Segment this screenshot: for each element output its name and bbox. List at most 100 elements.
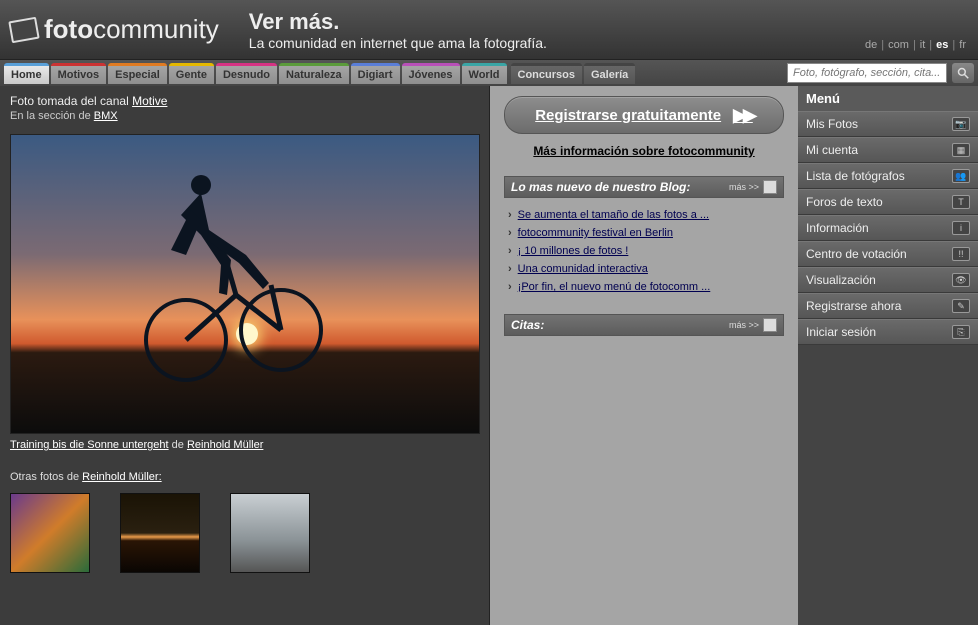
- logo-light: community: [93, 14, 219, 44]
- logo-bold: foto: [44, 14, 93, 44]
- tab-concursos[interactable]: Concursos: [511, 63, 582, 84]
- sidebar-item-lista-de-fotógrafos[interactable]: Lista de fotógrafos 👥: [798, 163, 978, 189]
- more-info-link[interactable]: Más información sobre fotocommunity: [533, 144, 754, 158]
- blog-link[interactable]: fotocommunity festival en Berlin: [518, 227, 673, 239]
- blog-more[interactable]: más >>: [729, 180, 777, 194]
- blog-link[interactable]: Una comunidad interactiva: [518, 263, 648, 275]
- lang-fr[interactable]: fr: [959, 39, 966, 51]
- sidebar-item-label: Lista de fotógrafos: [806, 169, 905, 183]
- tab-jóvenes[interactable]: Jóvenes: [402, 63, 460, 84]
- tab-galería[interactable]: Galería: [584, 63, 635, 84]
- sidebar-item-label: Registrarse ahora: [806, 299, 901, 313]
- lang-de[interactable]: de: [865, 39, 877, 51]
- tab-motivos[interactable]: Motivos: [51, 63, 107, 84]
- sidebar-item-icon: i: [952, 221, 970, 235]
- tab-desnudo[interactable]: Desnudo: [216, 63, 277, 84]
- blog-item: Se aumenta el tamaño de las fotos a ...: [508, 206, 780, 224]
- calendar-icon: [763, 318, 777, 332]
- blog-link[interactable]: Se aumenta el tamaño de las fotos a ...: [518, 209, 709, 221]
- tagline-big: Ver más.: [249, 9, 547, 35]
- tagline-sub: La comunidad en internet que ama la foto…: [249, 35, 547, 51]
- lang-com[interactable]: com: [888, 39, 909, 51]
- logo-icon: [8, 16, 39, 43]
- nav-bar: HomeMotivosEspecialGenteDesnudoNaturalez…: [0, 60, 978, 86]
- logo[interactable]: fotocommunity: [10, 14, 219, 45]
- featured-section: En la sección de BMX: [10, 110, 479, 122]
- sidebar-item-icon: ⎘: [952, 325, 970, 339]
- thumbnail[interactable]: [120, 493, 200, 573]
- sidebar-item-label: Iniciar sesión: [806, 325, 876, 339]
- blog-link[interactable]: ¡Por fin, el nuevo menú de fotocomm ...: [518, 281, 711, 293]
- sidebar-item-iniciar-sesión[interactable]: Iniciar sesión ⎘: [798, 319, 978, 345]
- header: fotocommunity Ver más. La comunidad en i…: [0, 0, 978, 60]
- tab-world[interactable]: World: [462, 63, 507, 84]
- sidebar-item-icon: ▦: [952, 143, 970, 157]
- citas-body: [504, 336, 784, 516]
- featured-column: Foto tomada del canal Motive En la secci…: [0, 86, 490, 625]
- crumb-link-motive[interactable]: Motive: [132, 94, 167, 108]
- citas-panel-header: Citas: más >>: [504, 314, 784, 336]
- sidebar-item-visualización[interactable]: Visualización 👁: [798, 267, 978, 293]
- photo-biker: [131, 165, 331, 385]
- thumbnail[interactable]: [230, 493, 310, 573]
- sidebar-item-label: Visualización: [806, 273, 876, 287]
- citas-title: Citas:: [511, 318, 544, 332]
- more-author-link[interactable]: Reinhold Müller:: [82, 471, 161, 483]
- sidebar-item-mis-fotos[interactable]: Mis Fotos 📷: [798, 111, 978, 137]
- tab-naturaleza[interactable]: Naturaleza: [279, 63, 349, 84]
- sidebar-item-label: Centro de votación: [806, 247, 907, 261]
- sidebar-item-registrarse-ahora[interactable]: Registrarse ahora ✎: [798, 293, 978, 319]
- sidebar-item-label: Información: [806, 221, 869, 235]
- tab-home[interactable]: Home: [4, 63, 49, 84]
- blog-item: ¡ 10 millones de fotos !: [508, 242, 780, 260]
- sidebar-item-información[interactable]: Información i: [798, 215, 978, 241]
- sidebar-item-label: Mi cuenta: [806, 143, 858, 157]
- featured-photo[interactable]: [10, 134, 480, 434]
- blog-panel-header: Lo mas nuevo de nuestro Blog: más >>: [504, 176, 784, 198]
- sidebar-item-icon: T: [952, 195, 970, 209]
- register-button[interactable]: Registrarse gratuitamente ▶▶: [504, 96, 784, 134]
- blog-item: ¡Por fin, el nuevo menú de fotocomm ...: [508, 278, 780, 296]
- search-input[interactable]: [787, 63, 947, 83]
- caption-title-link[interactable]: Training bis die Sonne untergeht: [10, 439, 169, 451]
- tab-gente[interactable]: Gente: [169, 63, 214, 84]
- sidebar-item-icon: 👥: [952, 169, 970, 183]
- thumbnail-row: [10, 493, 479, 573]
- crumb-link-section[interactable]: BMX: [94, 110, 118, 122]
- more-info-wrap: Más información sobre fotocommunity: [504, 144, 784, 158]
- citas-more[interactable]: más >>: [729, 318, 777, 332]
- featured-crumb: Foto tomada del canal Motive: [10, 94, 479, 108]
- blog-item: fotocommunity festival en Berlin: [508, 224, 780, 242]
- search-icon: [957, 67, 969, 79]
- forward-icon: ▶▶: [733, 105, 753, 126]
- sidebar-item-icon: 👁: [952, 273, 970, 287]
- content: Foto tomada del canal Motive En la secci…: [0, 86, 978, 625]
- calendar-icon: [763, 180, 777, 194]
- thumbnail[interactable]: [10, 493, 90, 573]
- tab-digiart[interactable]: Digiart: [351, 63, 400, 84]
- sidebar-item-foros-de-texto[interactable]: Foros de texto T: [798, 189, 978, 215]
- sidebar-item-centro-de-votación[interactable]: Centro de votación!!: [798, 241, 978, 267]
- blog-link[interactable]: ¡ 10 millones de fotos !: [518, 245, 629, 257]
- sidebar-item-label: Mis Fotos: [806, 117, 858, 131]
- lang-it[interactable]: it: [920, 39, 926, 51]
- more-photos-label: Otras fotos de Reinhold Müller:: [10, 471, 479, 483]
- blog-title: Lo mas nuevo de nuestro Blog:: [511, 180, 690, 194]
- sidebar-item-mi-cuenta[interactable]: Mi cuenta ▦: [798, 137, 978, 163]
- caption-author-link[interactable]: Reinhold Müller: [187, 439, 263, 451]
- sidebar-item-label: Foros de texto: [806, 195, 883, 209]
- blog-item: Una comunidad interactiva: [508, 260, 780, 278]
- language-switcher: de|com|it|es|fr: [865, 39, 966, 51]
- info-column: Registrarse gratuitamente ▶▶ Más informa…: [490, 86, 798, 625]
- sidebar: Menú Mis Fotos📷Mi cuenta▦Lista de fotógr…: [798, 86, 978, 625]
- lang-es[interactable]: es: [936, 39, 948, 51]
- blog-list: Se aumenta el tamaño de las fotos a ... f…: [508, 206, 780, 296]
- logo-text: fotocommunity: [44, 14, 219, 45]
- sidebar-item-icon: 📷: [952, 117, 970, 131]
- main-column: Foto tomada del canal Motive En la secci…: [0, 86, 798, 625]
- featured-caption: Training bis die Sonne untergeht de Rein…: [10, 439, 479, 451]
- search-button[interactable]: [952, 63, 974, 83]
- register-label: Registrarse gratuitamente: [535, 107, 721, 124]
- sidebar-item-icon: ✎: [952, 299, 970, 313]
- tab-especial[interactable]: Especial: [108, 63, 167, 84]
